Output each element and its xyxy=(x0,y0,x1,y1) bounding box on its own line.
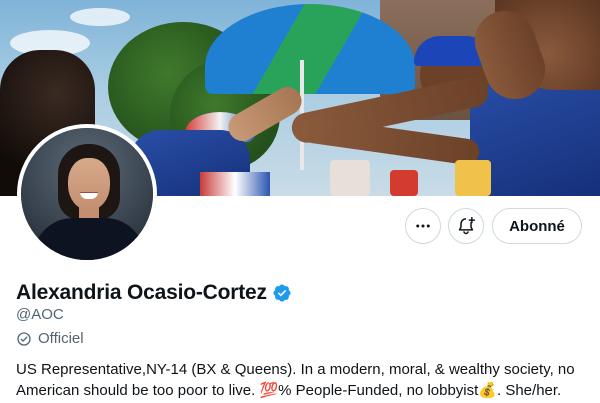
profile-name-row: Alexandria Ocasio-Cortez xyxy=(16,281,292,305)
profile-name: Alexandria Ocasio-Cortez xyxy=(16,281,267,304)
banner-cup xyxy=(330,160,370,196)
profile-avatar[interactable] xyxy=(17,124,157,264)
notifications-button[interactable] xyxy=(448,208,484,244)
bell-plus-icon xyxy=(458,216,476,235)
official-label-row: Officiel xyxy=(16,330,84,347)
profile-handle: @AOC xyxy=(16,306,64,323)
hundred-points-emoji: 💯 xyxy=(259,381,279,399)
money-bag-emoji: 💰 xyxy=(478,381,497,399)
more-dots-icon xyxy=(416,224,430,228)
official-label: Officiel xyxy=(38,330,84,347)
bio-text: % People-Funded, no lobbyist xyxy=(278,382,479,399)
profile-bio: US Representative,NY-14 (BX & Queens). I… xyxy=(16,359,588,401)
official-check-icon xyxy=(17,331,31,346)
following-button[interactable]: Abonné xyxy=(492,208,582,244)
more-options-button[interactable] xyxy=(405,208,441,244)
banner-flag xyxy=(200,172,270,196)
avatar-body xyxy=(33,218,145,260)
banner-cup xyxy=(390,170,418,196)
banner-cup xyxy=(455,160,491,196)
avatar-face xyxy=(68,158,110,210)
bio-text: . She/her. xyxy=(497,382,562,399)
banner-cloud xyxy=(70,8,130,26)
verified-badge-icon[interactable] xyxy=(272,283,292,303)
